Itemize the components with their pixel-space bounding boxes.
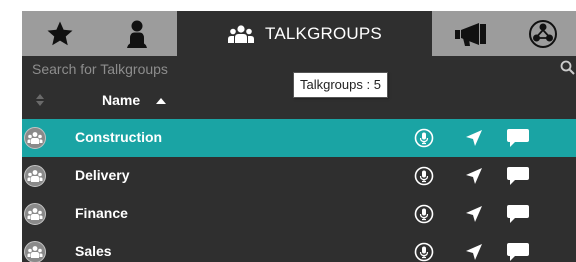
talkgroup-row-finance[interactable]: Finance bbox=[22, 195, 576, 233]
tab-talkgroups[interactable]: TALKGROUPS bbox=[177, 11, 432, 56]
talkgroup-name: Finance bbox=[75, 205, 128, 221]
tab-broadcast[interactable] bbox=[432, 11, 510, 56]
talkgroup-name: Sales bbox=[75, 243, 112, 259]
location-arrow-icon[interactable] bbox=[464, 242, 484, 262]
group-avatar-icon bbox=[24, 127, 46, 149]
name-column-header[interactable]: Name bbox=[102, 92, 140, 108]
group-avatar-icon bbox=[24, 241, 46, 262]
search-icon[interactable] bbox=[560, 60, 576, 76]
network-icon bbox=[529, 19, 557, 48]
talkgroups-panel: TALKGROUPS Talkgro bbox=[22, 11, 576, 262]
location-arrow-icon[interactable] bbox=[464, 204, 484, 224]
tab-favorites[interactable] bbox=[22, 11, 97, 56]
push-to-talk-icon[interactable] bbox=[414, 128, 434, 148]
talkgroup-row-sales[interactable]: Sales bbox=[22, 233, 576, 262]
location-arrow-icon[interactable] bbox=[464, 166, 484, 186]
megaphone-icon bbox=[455, 22, 486, 46]
tab-talkgroups-label: TALKGROUPS bbox=[265, 23, 382, 43]
push-to-talk-icon[interactable] bbox=[414, 242, 434, 262]
tab-contacts[interactable] bbox=[97, 11, 177, 56]
talkgroup-name: Delivery bbox=[75, 167, 130, 183]
group-icon bbox=[228, 24, 255, 43]
star-icon bbox=[47, 21, 72, 45]
push-to-talk-icon[interactable] bbox=[414, 204, 434, 224]
message-icon[interactable] bbox=[506, 204, 530, 224]
message-icon[interactable] bbox=[506, 242, 530, 262]
sort-ascending-icon[interactable] bbox=[156, 98, 166, 104]
message-icon[interactable] bbox=[506, 166, 530, 186]
talkgroup-row-construction[interactable]: Construction bbox=[22, 119, 576, 157]
person-icon bbox=[127, 20, 147, 48]
group-avatar-icon bbox=[24, 203, 46, 225]
message-icon[interactable] bbox=[506, 128, 530, 148]
location-arrow-icon[interactable] bbox=[464, 128, 484, 148]
search-input[interactable] bbox=[22, 56, 542, 82]
push-to-talk-icon[interactable] bbox=[414, 166, 434, 186]
tab-apps[interactable] bbox=[510, 11, 576, 56]
talkgroup-row-delivery[interactable]: Delivery bbox=[22, 157, 576, 195]
group-avatar-icon bbox=[24, 165, 46, 187]
talkgroups-count-tooltip: Talkgroups : 5 bbox=[293, 72, 388, 98]
tab-bar: TALKGROUPS bbox=[22, 11, 576, 56]
talkgroup-name: Construction bbox=[75, 129, 163, 145]
sort-handle-icon[interactable] bbox=[35, 93, 45, 107]
